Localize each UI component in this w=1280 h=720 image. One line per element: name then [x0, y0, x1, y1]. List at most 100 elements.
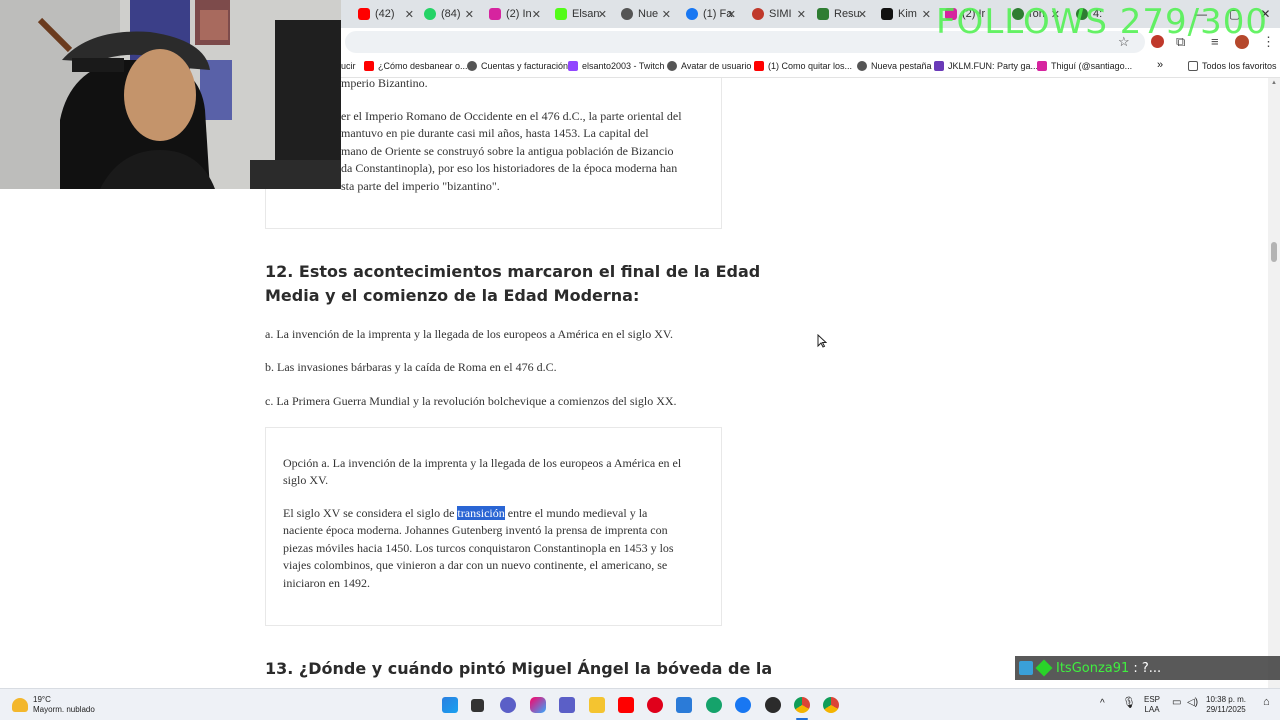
tab-label: Elsan	[572, 8, 600, 20]
close-icon[interactable]: ✕	[465, 8, 474, 21]
obs-icon[interactable]	[765, 697, 781, 713]
time: 10:38 p. m.	[1206, 695, 1247, 704]
chat-message: ItsGonza91 : ?...	[1015, 656, 1280, 680]
tab-6[interactable]: SIMI ✕	[752, 4, 806, 24]
webcam-overlay	[0, 0, 341, 189]
instagram-icon	[489, 8, 501, 20]
edge-icon[interactable]	[706, 697, 722, 713]
close-icon[interactable]: ✕	[532, 8, 541, 21]
bookmark-item[interactable]: JKLM.FUN: Party ga...	[934, 61, 1038, 71]
tab-1[interactable]: (84) ✕	[424, 4, 474, 24]
explanation-line: iniciaron en 1492.	[283, 576, 370, 590]
youtube-app-icon[interactable]	[618, 697, 634, 713]
answer-line: siglo XV.	[283, 473, 329, 487]
facebook-icon	[686, 8, 698, 20]
tab-label: (2) In	[506, 8, 532, 20]
bookmark-item[interactable]: ¿Cómo desbanear o...	[364, 61, 468, 71]
chat-text: : ?...	[1133, 660, 1162, 676]
weather-description: Mayorm. nublado	[33, 705, 95, 714]
question-12-title: 12. Estos acontecimientos marcaron el fi…	[265, 262, 761, 281]
whatsapp-icon	[424, 8, 436, 20]
tab-label: (84)	[441, 8, 461, 20]
previous-answer-line: mantuvo en pie durante casi mil años, ha…	[341, 126, 649, 140]
bookmark-item[interactable]: elsanto2003 - Twitch	[568, 61, 664, 71]
option-b: b. Las invasiones bárbaras y la caída de…	[265, 360, 557, 374]
folder-icon	[1188, 61, 1198, 71]
copilot-icon[interactable]	[530, 697, 546, 713]
clock[interactable]: 10:38 p. m. 29/11/2025	[1206, 695, 1246, 715]
tab-label: (42)	[375, 8, 395, 20]
store-icon[interactable]	[676, 697, 692, 713]
microphone-icon[interactable]: 🎙	[1122, 698, 1136, 709]
chat-app-icon[interactable]	[500, 697, 516, 713]
close-icon[interactable]: ✕	[598, 8, 607, 21]
tiktok-icon	[881, 8, 893, 20]
facebook-app-icon[interactable]	[735, 697, 751, 713]
tab-7[interactable]: Resu ✕	[817, 4, 867, 24]
task-view-icon[interactable]	[471, 699, 484, 712]
globe-icon	[667, 61, 677, 71]
explanation-line: piezas móviles hacia 1450. Los turcos co…	[283, 541, 674, 555]
tab-0[interactable]: (42) ✕	[358, 4, 414, 24]
close-icon[interactable]: ✕	[405, 8, 414, 21]
youtube-icon	[754, 61, 764, 71]
previous-answer-line: sta parte del imperio "bizantino".	[341, 179, 500, 193]
bookmark-item[interactable]: Avatar de usuario	[667, 61, 751, 71]
previous-answer-line: mano de Oriente se construyó sobre la an…	[341, 144, 674, 158]
close-icon[interactable]: ✕	[922, 8, 931, 21]
bookmark-item[interactable]: Thiguí (@santiago...	[1037, 61, 1132, 71]
tab-label: Kim	[898, 8, 917, 20]
volume-icon[interactable]: ◁)	[1187, 698, 1198, 708]
teams-icon[interactable]	[559, 697, 575, 713]
question-12-title: Media y el comienzo de la Edad Moderna:	[265, 286, 640, 305]
tab-label: Nue	[638, 8, 659, 20]
chrome-alt-icon[interactable]	[823, 697, 839, 713]
scrollbar[interactable]: ▲	[1268, 78, 1280, 688]
close-icon[interactable]: ✕	[858, 8, 867, 21]
weather-widget[interactable]: 19°C Mayorm. nublado	[12, 695, 95, 715]
close-icon[interactable]: ✕	[727, 8, 736, 21]
network-icon[interactable]: ▭	[1172, 698, 1181, 708]
windows-start-icon[interactable]	[442, 697, 458, 713]
tab-2[interactable]: (2) In ✕	[489, 4, 541, 24]
tab-3[interactable]: Elsan ✕	[555, 4, 607, 24]
bookmark-item[interactable]: (1) Como quitar los...	[754, 61, 852, 71]
doc-icon	[817, 8, 829, 20]
tab-8[interactable]: Kim ✕	[881, 4, 931, 24]
weather-icon	[12, 698, 28, 712]
chrome-app-icon[interactable]	[794, 697, 810, 713]
tray-chevron-icon[interactable]: ^	[1100, 699, 1105, 709]
close-icon[interactable]: ✕	[797, 8, 806, 21]
instagram-icon	[1037, 61, 1047, 71]
previous-answer-text: mperio Bizantino.	[341, 78, 428, 90]
explanation-line: viajes colombinos, que vinieron a dar co…	[283, 558, 668, 572]
notifications-icon[interactable]: ⌂	[1263, 697, 1270, 708]
selected-text[interactable]: transición	[457, 506, 505, 520]
bookmark-item[interactable]: Nueva pestaña	[857, 61, 932, 71]
scroll-up-icon[interactable]: ▲	[1271, 80, 1277, 86]
youtube-icon	[358, 8, 370, 20]
tab-5[interactable]: (1) Fa ✕	[686, 4, 736, 24]
explanation-line: naciente época moderna. Johannes Gutenbe…	[283, 523, 668, 537]
previous-answer-line: er el Imperio Romano de Occidente en el …	[341, 109, 682, 123]
chat-username: ItsGonza91	[1056, 660, 1130, 676]
file-explorer-icon[interactable]	[589, 697, 605, 713]
tab-4[interactable]: Nue ✕	[621, 4, 671, 24]
option-a: a. La invención de la imprenta y la lleg…	[265, 327, 673, 341]
kick-icon	[555, 8, 567, 20]
explanation-line: El siglo XV se considera el siglo de tra…	[283, 506, 648, 520]
option-c: c. La Primera Guerra Mundial y la revolu…	[265, 394, 677, 408]
close-icon[interactable]: ✕	[662, 8, 671, 21]
all-favorites[interactable]: Todos los favoritos	[1188, 61, 1277, 71]
youtube-icon	[364, 61, 374, 71]
bookmark-item[interactable]: ucir	[341, 61, 356, 71]
bookmark-item[interactable]: Cuentas y facturación	[467, 61, 568, 71]
webcam-image	[0, 0, 341, 189]
more-bookmarks-icon[interactable]: »	[1157, 59, 1163, 71]
taskbar: 19°C Mayorm. nublado ^ 🎙 ESP LAA ▭ ◁) 10…	[0, 688, 1280, 720]
chat-badge-icon	[1019, 661, 1033, 675]
scrollbar-thumb[interactable]	[1271, 242, 1277, 262]
opera-icon[interactable]	[647, 697, 663, 713]
language-indicator[interactable]: ESP LAA	[1144, 695, 1160, 715]
gem-icon	[1035, 659, 1053, 677]
